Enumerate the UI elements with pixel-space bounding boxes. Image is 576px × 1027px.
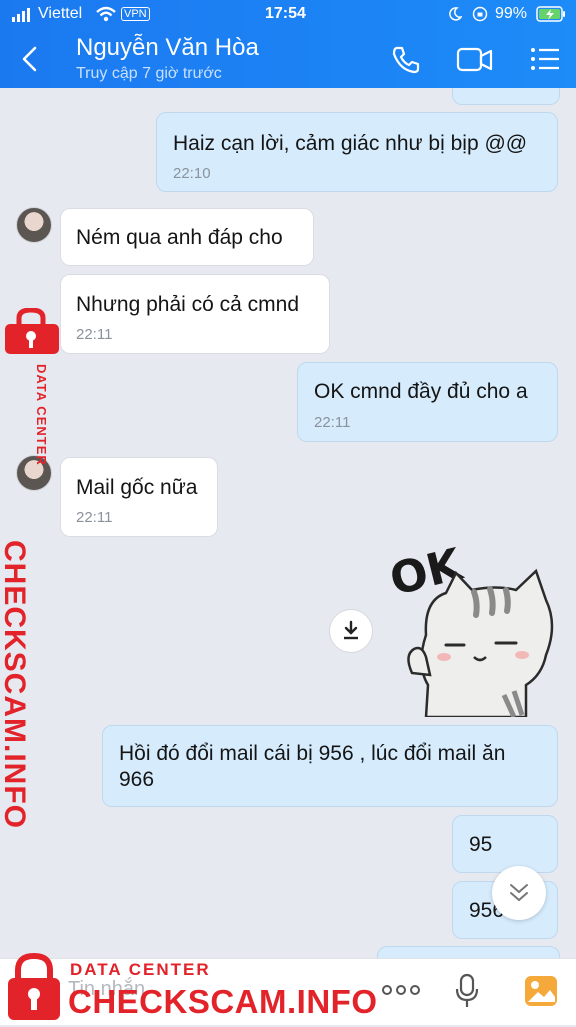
message-time: 22:11	[76, 509, 113, 526]
video-call-icon[interactable]	[456, 46, 494, 74]
battery-percent: 99%	[495, 5, 528, 22]
last-seen-status: Truy cập 7 giờ trước	[76, 65, 222, 82]
back-icon[interactable]	[18, 45, 42, 73]
message-text-line-2: 966	[119, 768, 155, 791]
message-text: OK cmnd đầy đủ cho a	[314, 380, 528, 403]
message-text-line-1: Hồi đó đổi mail cái bị 956 , lúc đổi mai…	[119, 742, 506, 765]
download-sticker-button[interactable]	[329, 609, 373, 653]
wifi-icon	[96, 6, 116, 22]
message-time: 22:11	[314, 414, 351, 431]
message-text: Nhưng phải có cả cmnd	[76, 293, 300, 316]
orientation-lock-icon	[472, 6, 488, 22]
vpn-badge: VPN	[121, 7, 150, 21]
cat-sticker-image	[407, 568, 554, 717]
message-time: 22:11	[76, 326, 113, 343]
watermark-small-vertical: DATA CENTER	[34, 364, 49, 466]
message-time: 22:10	[173, 165, 211, 182]
microphone-icon[interactable]	[454, 973, 480, 1009]
message-bubble-outgoing[interactable]: Hồi đó đổi mail cái bị 956 , lúc đổi mai…	[102, 725, 558, 807]
signal-icon	[12, 8, 30, 22]
menu-icon[interactable]	[530, 46, 560, 72]
message-bubble-incoming[interactable]: Ném qua anh đáp cho	[60, 208, 314, 266]
message-bubble-outgoing[interactable]: OK cmnd đầy đủ cho a 22:11	[297, 362, 558, 442]
ok-cat-sticker[interactable]: OK	[385, 539, 558, 717]
phone-call-icon[interactable]	[390, 44, 422, 76]
message-bubble-incoming[interactable]: Mail gốc nữa 22:11	[60, 457, 218, 537]
clock: 17:54	[265, 5, 306, 22]
download-icon	[344, 620, 358, 640]
double-chevron-down-icon	[510, 884, 528, 902]
watermark-small-text: DATA CENTER	[70, 960, 211, 979]
message-bubble-incoming[interactable]: Nhưng phải có cả cmnd 22:11	[60, 274, 330, 354]
contact-avatar[interactable]	[16, 207, 52, 243]
battery-icon	[536, 6, 565, 22]
gallery-icon[interactable]	[524, 975, 558, 1007]
message-text: 95	[469, 833, 493, 856]
watermark-big-text: CHECKSCAM.INFO	[68, 983, 378, 1020]
moon-icon	[449, 7, 462, 21]
message-bubble-outgoing[interactable]: Haiz cạn lời, cảm giác như bị bịp @@ 22:…	[156, 112, 558, 192]
message-bubble-outgoing[interactable]: 95	[452, 815, 558, 873]
previous-message-fragment	[452, 88, 560, 105]
watermark-text-vertical: CHECKSCAM.INFO	[0, 540, 31, 829]
message-text: Haiz cạn lời, cảm giác như bị bịp @@	[173, 132, 528, 155]
scroll-to-bottom-button[interactable]	[492, 866, 546, 920]
message-text: Ném qua anh đáp cho	[76, 226, 283, 249]
carrier-label: Viettel	[38, 5, 83, 22]
status-bar: Viettel VPN 17:54 99%	[0, 0, 576, 28]
message-text: Mail gốc nữa	[76, 476, 198, 499]
lock-watermark-logo-bottom	[6, 952, 62, 1022]
more-options-icon[interactable]	[382, 983, 420, 997]
contact-name[interactable]: Nguyễn Văn Hòa	[76, 34, 259, 62]
lock-watermark-logo	[3, 307, 59, 356]
